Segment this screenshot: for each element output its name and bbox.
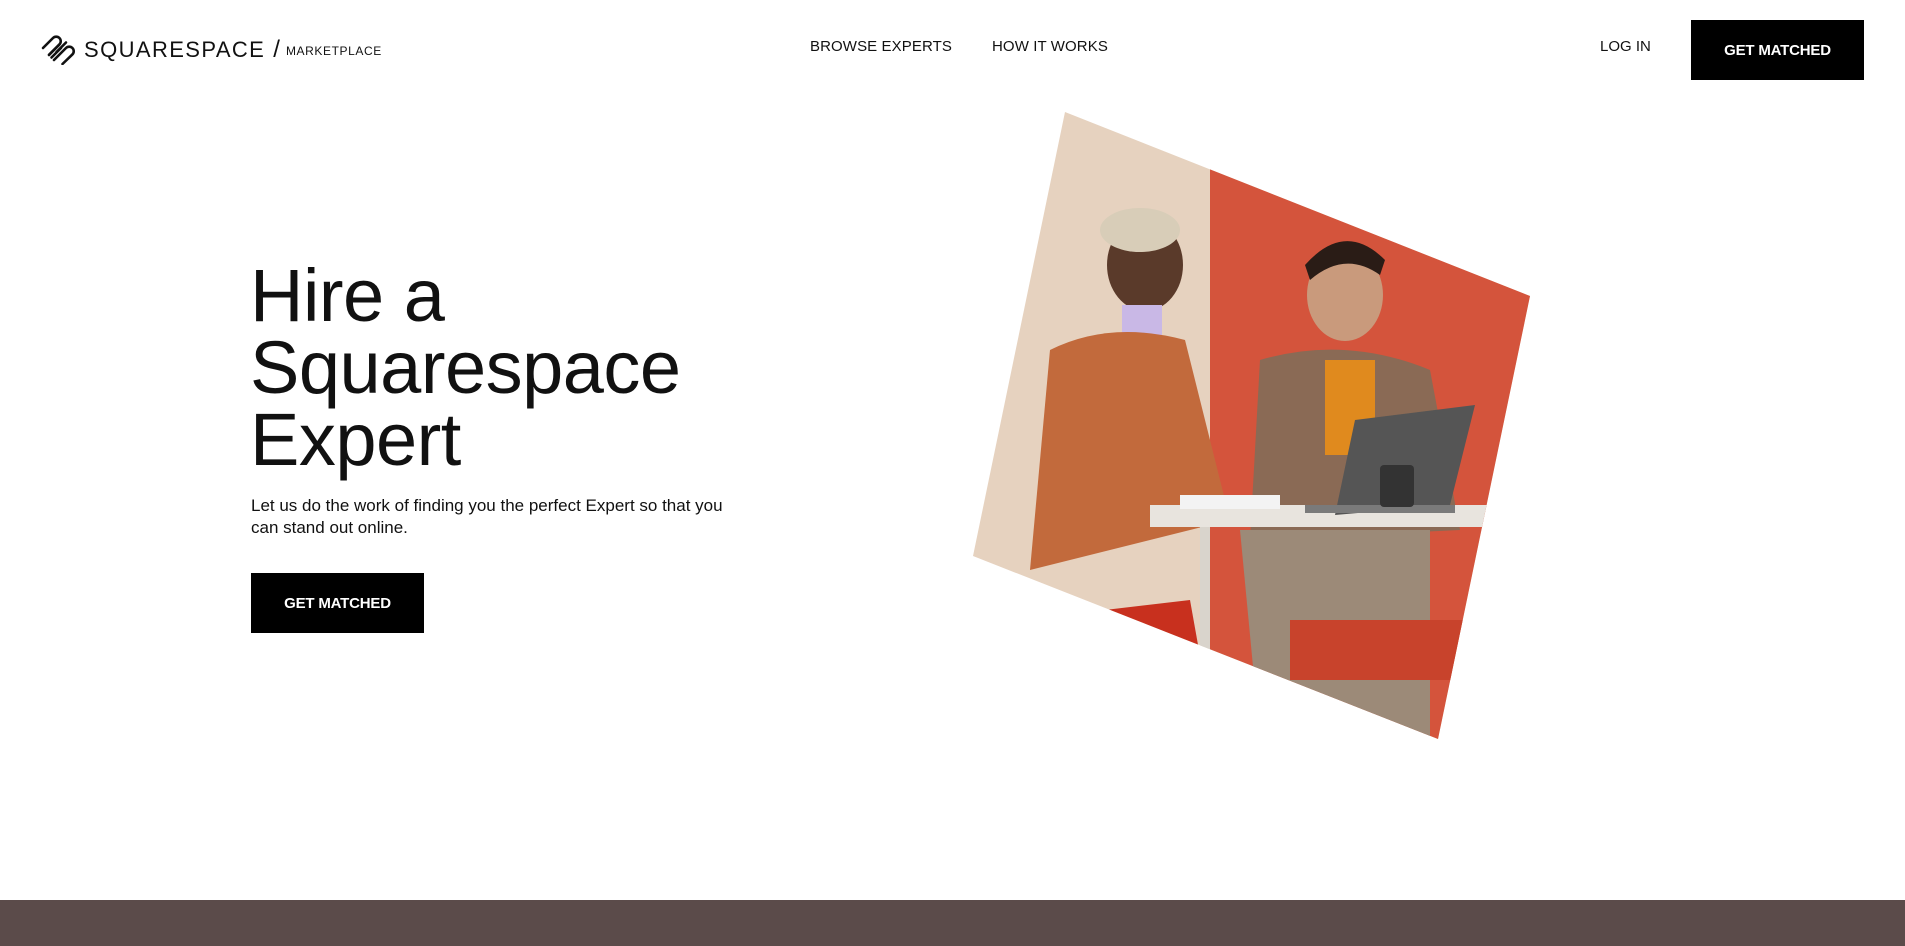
site-header: SQUARESPACE / MARKETPLACE BROWSE EXPERTS… [0, 0, 1905, 98]
logo-subtitle: MARKETPLACE [285, 44, 382, 58]
hero-title-line-2: Squarespace [250, 326, 681, 409]
main-nav: BROWSE EXPERTS HOW IT WORKS [810, 38, 1108, 55]
nav-browse-experts[interactable]: BROWSE EXPERTS [810, 38, 952, 55]
nav-how-it-works[interactable]: HOW IT WORKS [992, 38, 1108, 55]
hero-title-line-3: Expert [250, 398, 461, 481]
get-matched-hero-button[interactable]: GET MATCHED [251, 573, 424, 633]
hero-subtitle: Let us do the work of finding you the pe… [251, 496, 723, 537]
hero-photo [973, 112, 1530, 739]
logo-divider: / [273, 36, 280, 63]
hero-title: Hire a Squarespace Expert [250, 259, 790, 477]
logo-link[interactable]: SQUARESPACE / MARKETPLACE [40, 34, 382, 66]
hero-title-line-1: Hire a [250, 254, 445, 337]
get-matched-header-button[interactable]: GET MATCHED [1691, 20, 1864, 80]
login-link[interactable]: LOG IN [1600, 38, 1651, 55]
footer-band [0, 900, 1905, 946]
logo-wordmark: SQUARESPACE [84, 37, 266, 62]
squarespace-logo-icon [41, 35, 76, 65]
